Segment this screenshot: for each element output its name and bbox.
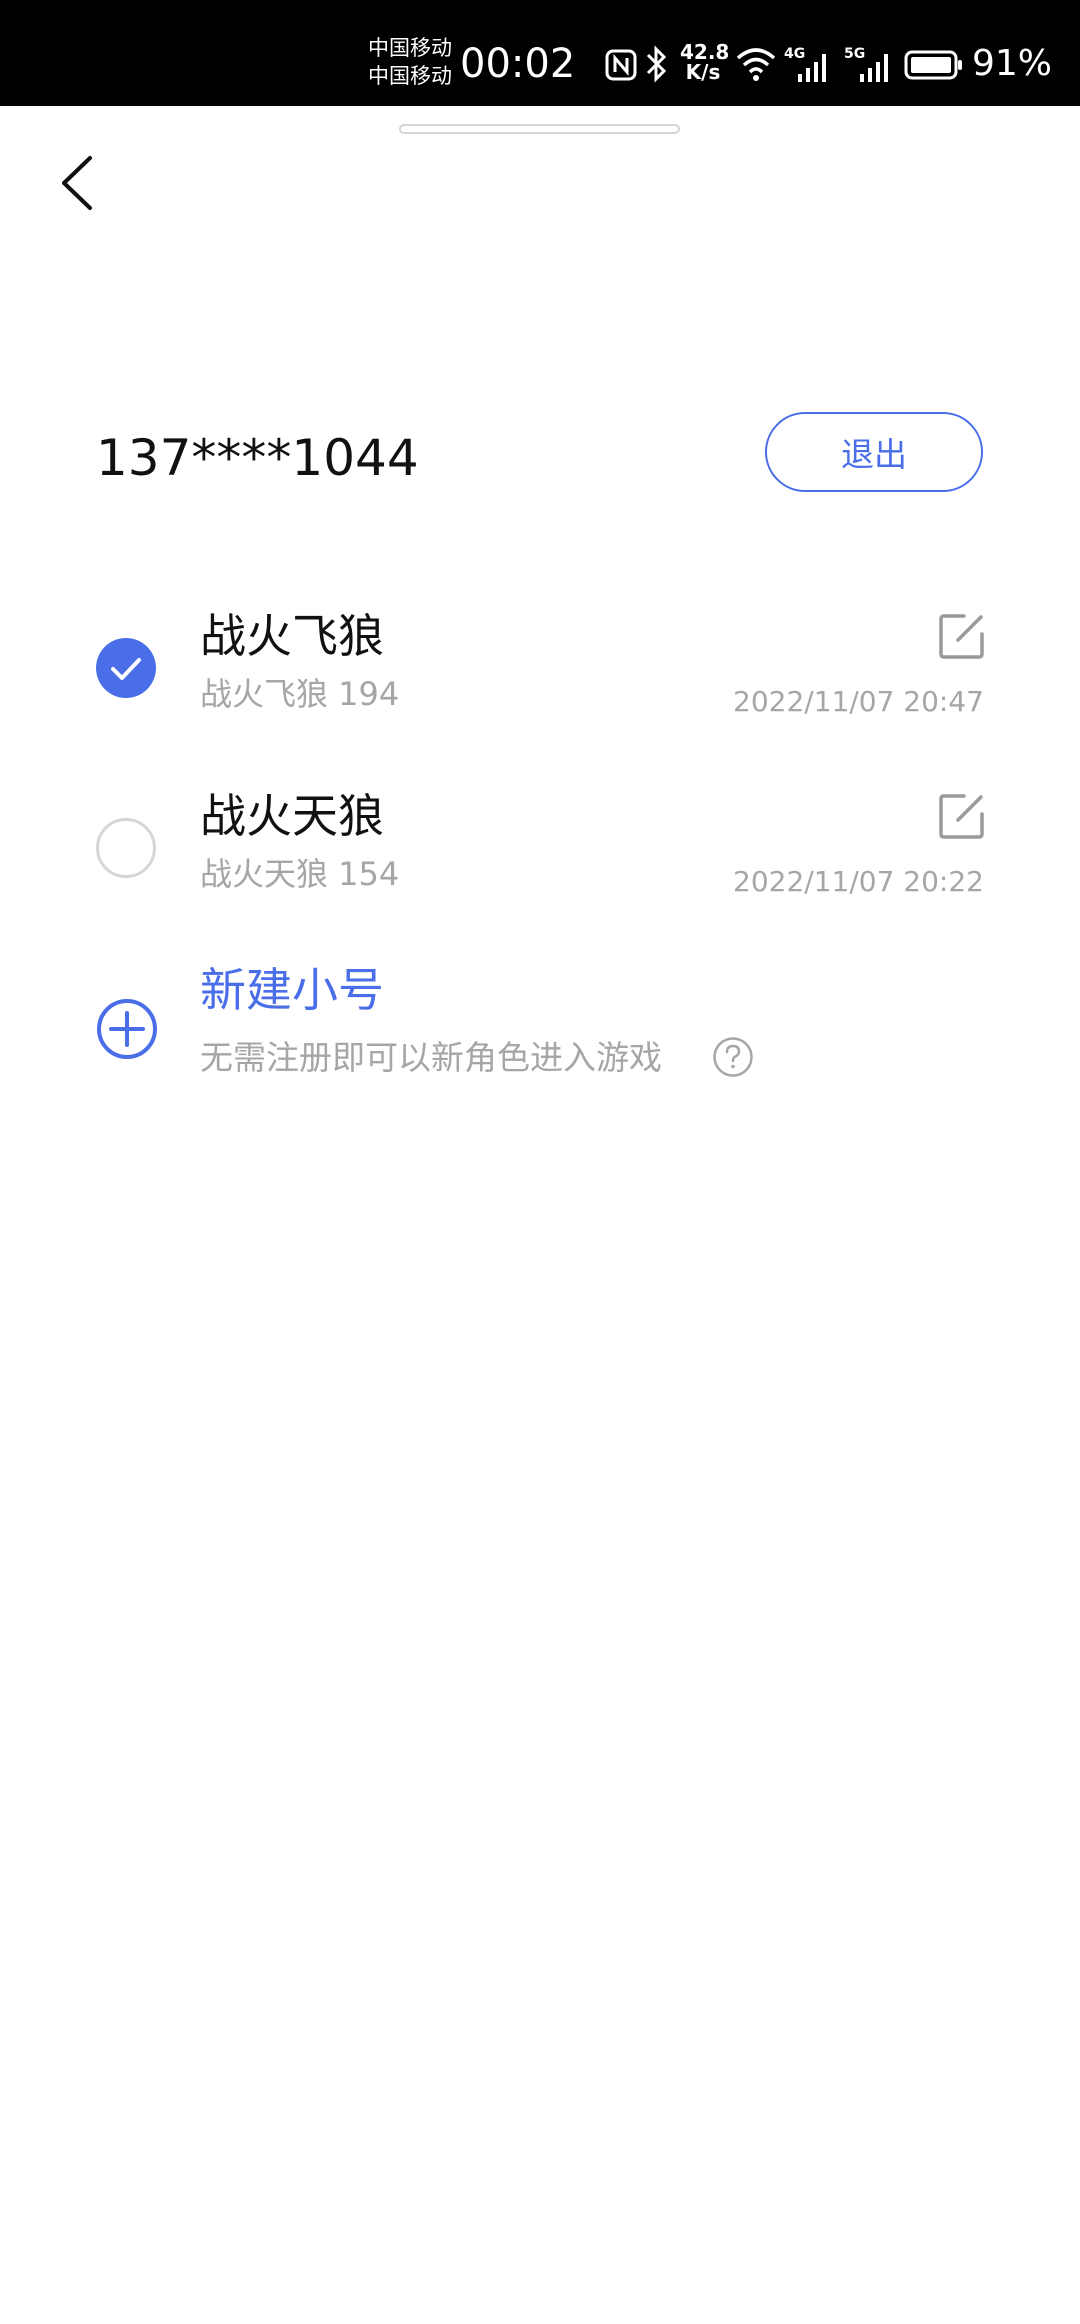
network-speed-value: 42.8: [680, 40, 730, 64]
role-name: 战火天狼: [200, 789, 384, 843]
carrier-2: 中国移动: [368, 64, 452, 88]
nfc-icon: [605, 49, 637, 81]
checkmark-icon: [111, 658, 141, 680]
edit-icon[interactable]: [938, 792, 986, 840]
carrier-labels: 中国移动 中国移动: [368, 34, 452, 90]
new-account-title: 新建小号: [200, 963, 384, 1017]
sheet-drag-handle[interactable]: [399, 124, 680, 134]
add-circle-icon: [97, 999, 157, 1059]
role-subtitle: 战火天狼 154: [200, 855, 400, 893]
radio-unchecked[interactable]: [96, 818, 156, 878]
role-item[interactable]: 战火天狼 战火天狼 154 2022/11/07 20:22: [0, 770, 1080, 930]
wifi-icon: [736, 48, 776, 81]
logout-button[interactable]: 退出: [765, 412, 983, 492]
radio-checked[interactable]: [96, 638, 156, 698]
role-timestamp: 2022/11/07 20:22: [733, 865, 984, 898]
role-name: 战火飞狼: [200, 609, 384, 663]
back-button[interactable]: [54, 150, 104, 216]
edit-icon[interactable]: [938, 612, 986, 660]
clock: 00:02: [460, 41, 576, 87]
new-account-item[interactable]: 新建小号 无需注册即可以新角色进入游戏: [0, 960, 1080, 1100]
signal-icon: [798, 54, 826, 82]
carrier-1: 中国移动: [368, 36, 452, 60]
chevron-left-icon: [62, 156, 92, 210]
network-speed: 42.8 K/s: [680, 40, 730, 84]
signal-icon: [860, 54, 888, 82]
bluetooth-icon: [646, 45, 667, 83]
role-timestamp: 2022/11/07 20:47: [733, 685, 984, 718]
role-item[interactable]: 战火飞狼 战火飞狼 194 2022/11/07 20:47: [0, 590, 1080, 750]
status-bar: 中国移动 中国移动 00:02 42.8 K/s 4G 5G 91%: [0, 0, 1080, 106]
account-phone: 137****1044: [96, 429, 419, 487]
network-speed-unit: K/s: [685, 60, 721, 84]
new-account-description: 无需注册即可以新角色进入游戏: [200, 1038, 662, 1077]
battery-percent: 91%: [972, 43, 1053, 84]
battery-icon: [904, 50, 962, 80]
role-subtitle: 战火飞狼 194: [200, 675, 400, 713]
help-icon[interactable]: [712, 1036, 754, 1078]
